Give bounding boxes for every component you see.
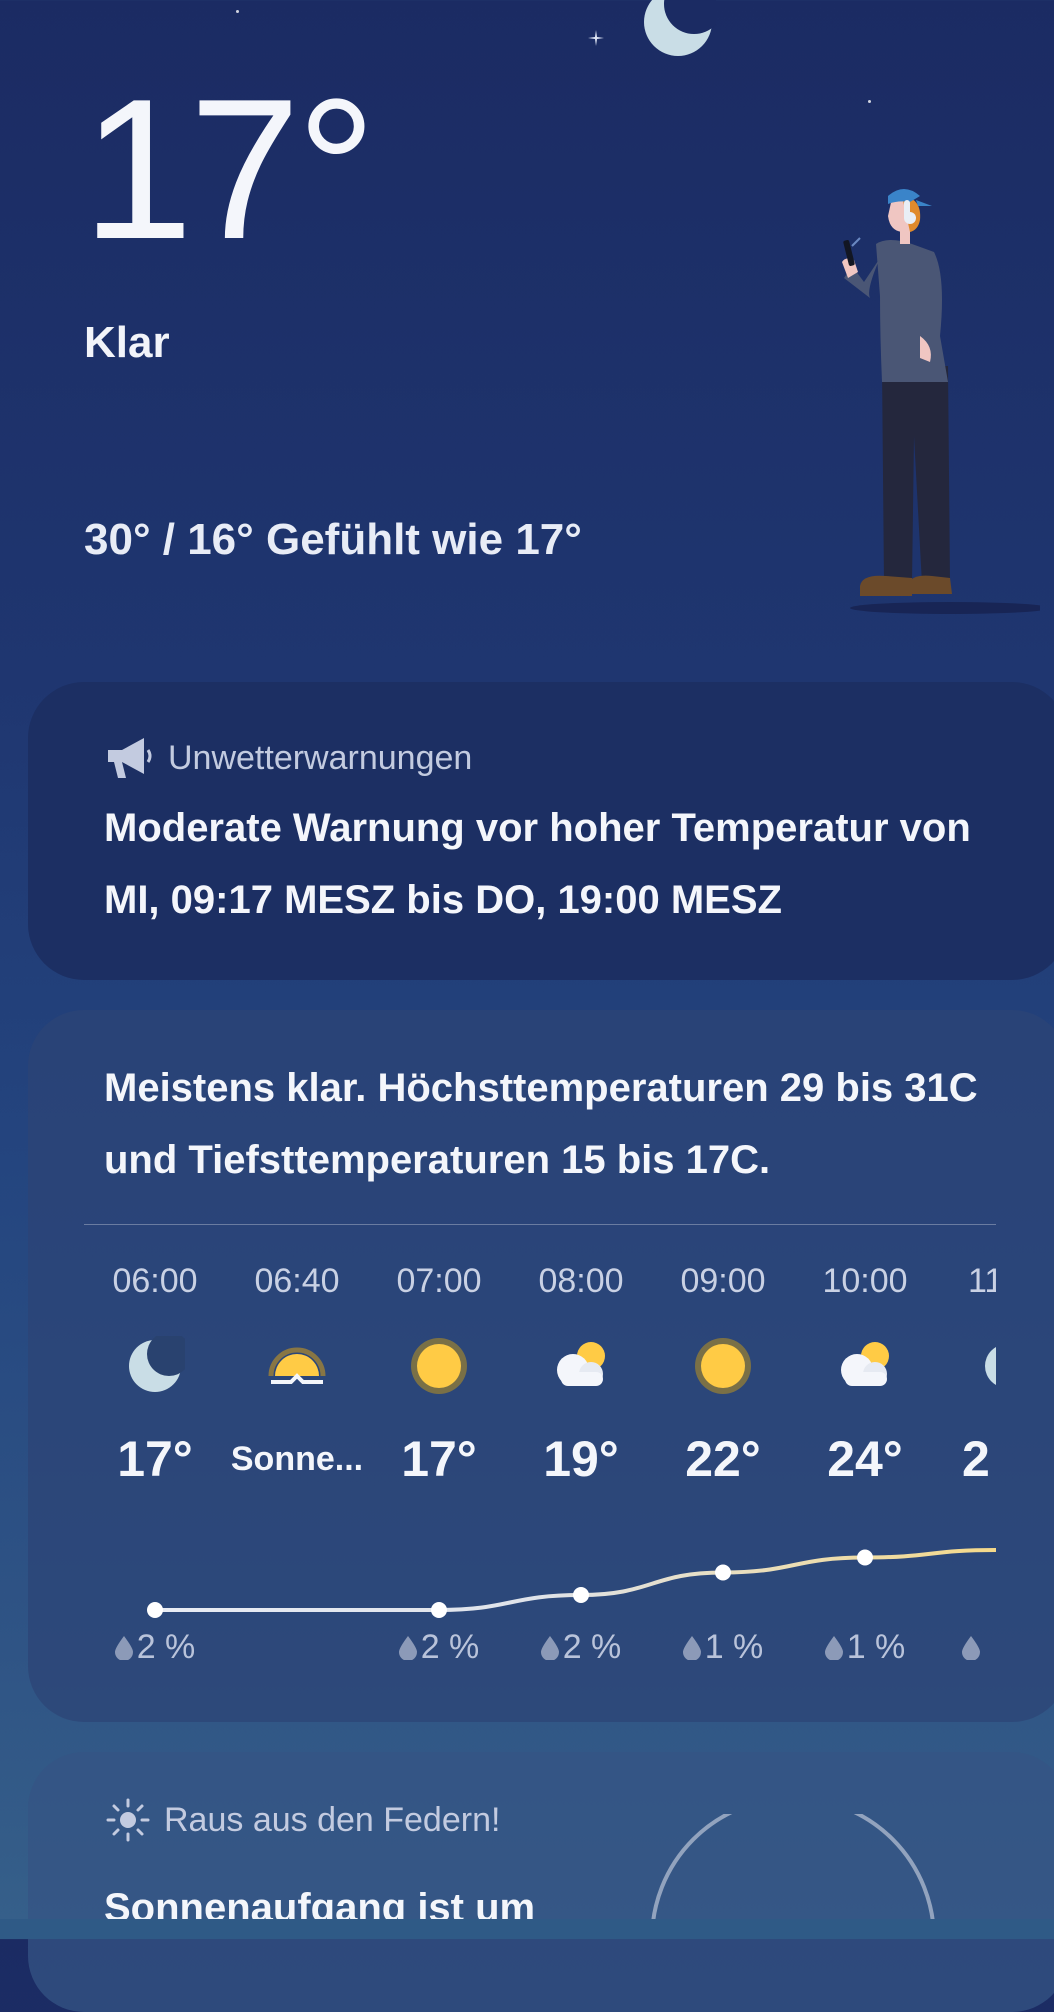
trend-point xyxy=(147,1602,163,1618)
sun-icon xyxy=(411,1338,467,1394)
bottom-edge xyxy=(0,1919,1054,1939)
raindrop-icon xyxy=(114,1636,133,1660)
trend-point xyxy=(857,1549,873,1566)
star xyxy=(236,10,239,13)
hour-time: 10:00 xyxy=(822,1262,908,1300)
hour-column[interactable]: 06:40 Sonne... xyxy=(226,1262,368,1692)
hour-column[interactable]: 09:00 22° 1 % xyxy=(652,1262,794,1692)
moon-icon xyxy=(129,1336,185,1392)
sunrise-header-label: Raus aus den Federn! xyxy=(164,1800,501,1839)
megaphone-icon xyxy=(108,738,152,778)
current-condition: Klar xyxy=(84,318,170,367)
current-temperature: 17° xyxy=(82,58,376,281)
hour-temperature: 24° xyxy=(827,1431,903,1487)
hour-column[interactable]: 06:00 17° 2 % xyxy=(84,1262,226,1692)
sparkle-icon xyxy=(588,30,604,46)
hour-time: 06:00 xyxy=(112,1262,198,1300)
raindrop-icon xyxy=(824,1636,843,1660)
sun-outline-icon xyxy=(106,1798,150,1842)
temperature-trend-line xyxy=(147,1548,996,1618)
trend-point xyxy=(715,1564,731,1581)
raindrop-icon xyxy=(682,1636,701,1660)
sunrise-header: Raus aus den Federn! xyxy=(104,1796,500,1844)
raindrop-icon xyxy=(398,1636,417,1660)
moon-icon xyxy=(985,1346,996,1386)
divider xyxy=(84,1224,996,1225)
temperature-range-feels-like: 30° / 16° Gefühlt wie 17° xyxy=(84,515,582,564)
hour-temperature: 22° xyxy=(685,1431,761,1487)
hour-column[interactable]: 10:00 24° 1 % xyxy=(794,1262,936,1692)
precipitation: 1 % xyxy=(794,1628,936,1667)
hour-temperature: 17° xyxy=(117,1431,193,1487)
star xyxy=(868,100,871,103)
hour-time: 06:40 xyxy=(254,1262,340,1300)
hour-time: 11 xyxy=(968,1262,996,1300)
warning-header-label: Unwetterwarnungen xyxy=(168,738,473,777)
forecast-summary: Meistens klar. Höchsttemperaturen 29 bis… xyxy=(104,1066,978,1182)
hour-time: 07:00 xyxy=(396,1262,482,1300)
hour-column[interactable]: 07:00 17° 2 % xyxy=(368,1262,510,1692)
warning-text: Moderate Warnung vor hoher Temperatur vo… xyxy=(104,806,971,922)
precipitation: 2 % xyxy=(84,1628,226,1667)
moon-icon xyxy=(644,0,716,56)
hour-temperature: 2 xyxy=(962,1431,990,1487)
trend-point xyxy=(573,1587,589,1603)
hour-column[interactable]: 08:00 19° 2 % xyxy=(510,1262,652,1692)
precipitation xyxy=(936,1628,996,1667)
hour-column[interactable]: 11 2 xyxy=(936,1262,996,1692)
precipitation: 2 % xyxy=(368,1628,510,1667)
warning-header: Unwetterwarnungen xyxy=(104,736,472,780)
precipitation: 2 % xyxy=(510,1628,652,1667)
hourly-forecast-strip[interactable]: 06:00 17° 2 % 06:40 Sonne... 07:00 17° 2… xyxy=(84,1262,996,1692)
partly-cloudy-icon xyxy=(557,1342,605,1386)
trend-point xyxy=(431,1602,447,1618)
sun-icon xyxy=(695,1338,751,1394)
partly-cloudy-icon xyxy=(841,1342,889,1386)
sunrise-icon xyxy=(268,1347,326,1384)
hour-time: 09:00 xyxy=(680,1262,766,1300)
person-illustration xyxy=(842,189,1040,614)
hour-time: 08:00 xyxy=(538,1262,624,1300)
hour-temperature: 19° xyxy=(543,1431,619,1487)
hour-temperature: 17° xyxy=(401,1431,477,1487)
hour-temperature: Sonne... xyxy=(230,1440,364,1478)
precipitation: 1 % xyxy=(652,1628,794,1667)
raindrop-icon xyxy=(962,1636,980,1660)
raindrop-icon xyxy=(540,1636,559,1660)
